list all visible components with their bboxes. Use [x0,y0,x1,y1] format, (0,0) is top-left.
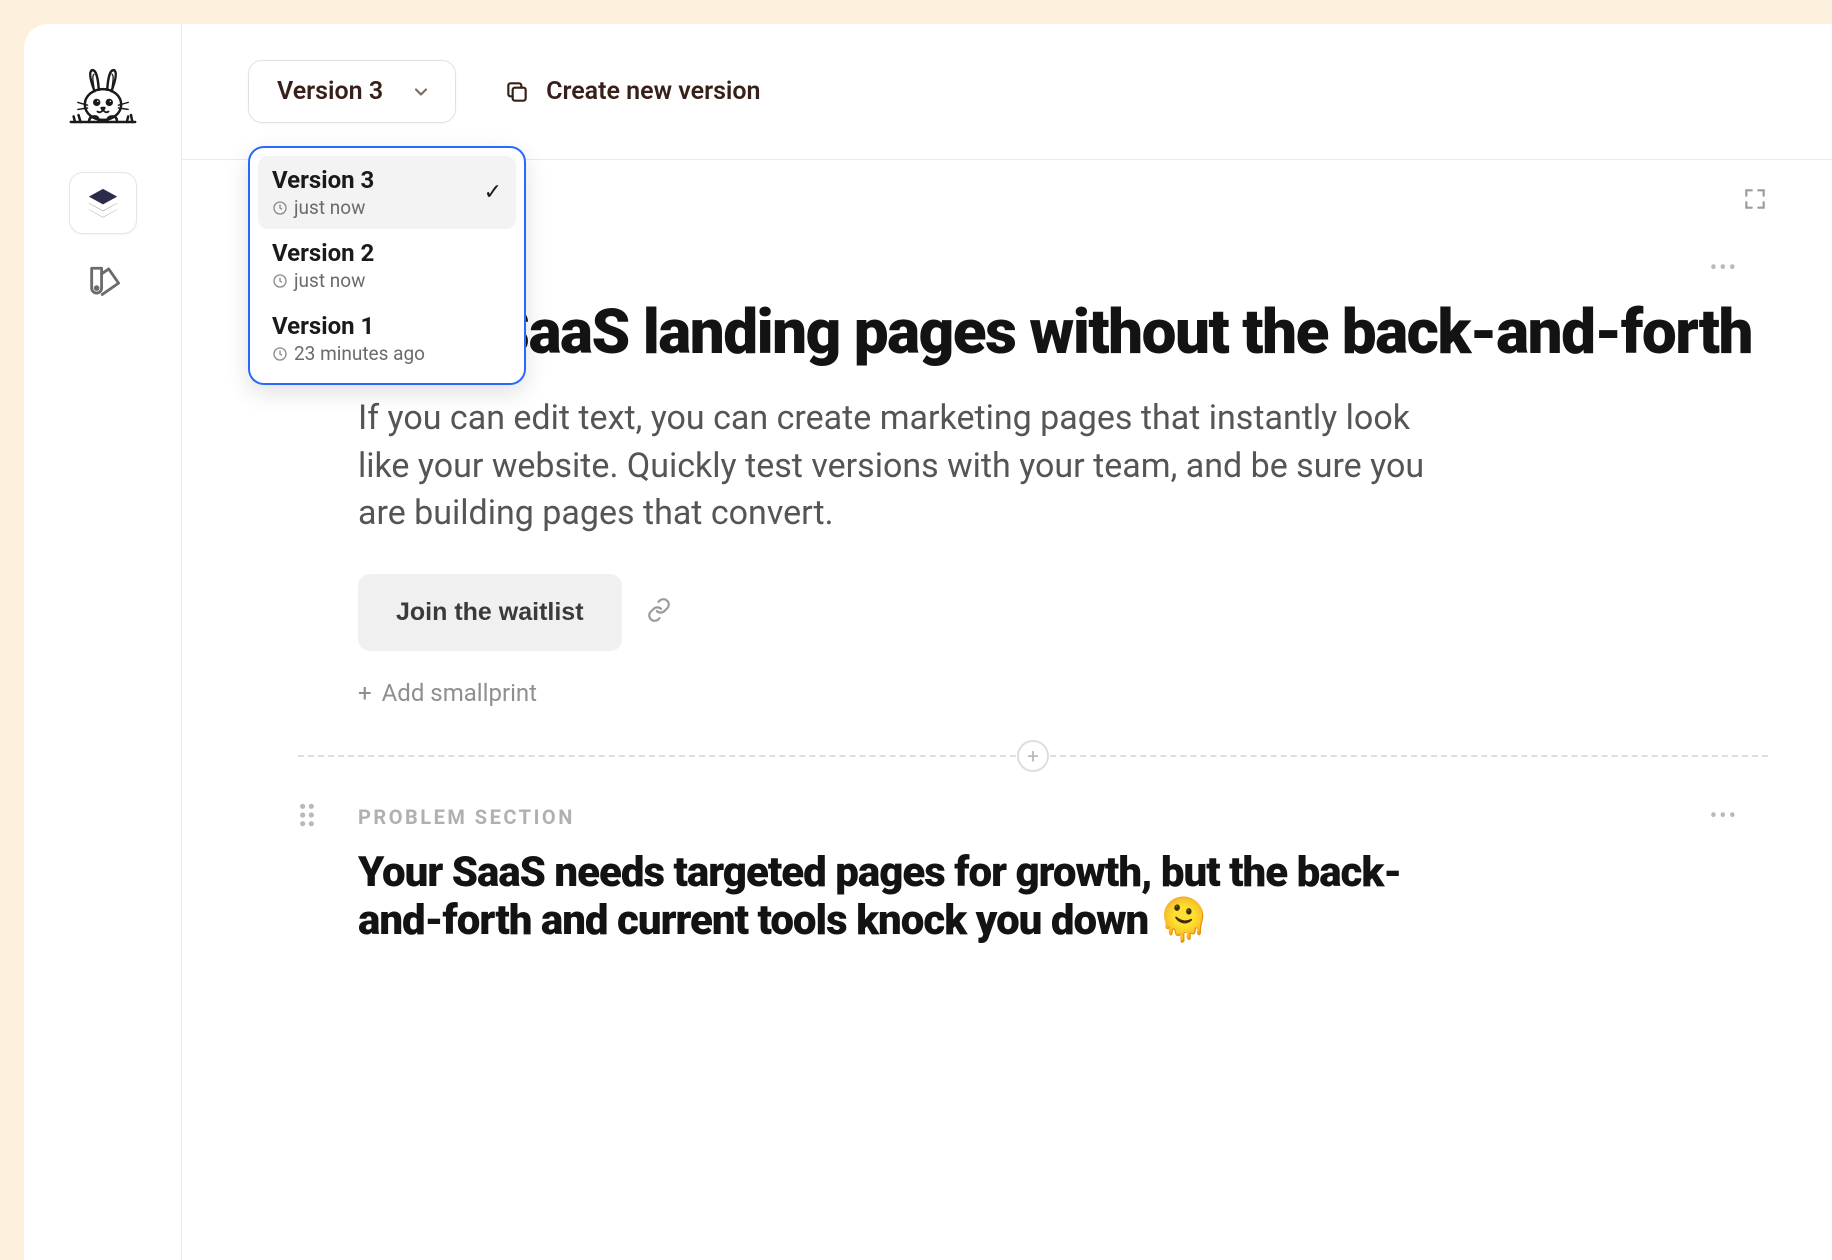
version-selector[interactable]: Version 3 [248,60,456,123]
chevron-down-icon [411,82,431,102]
version-dropdown: Version 3 just now ✓ Version 2 just now [248,146,526,385]
topbar: Version 3 Create new version [182,24,1832,160]
version-option-1[interactable]: Version 1 23 minutes ago [258,302,516,375]
version-option-3[interactable]: Version 3 just now ✓ [258,156,516,229]
copy-icon [504,79,530,105]
link-icon [646,597,672,623]
add-smallprint-label: Add smallprint [382,679,537,707]
version-selector-label: Version 3 [277,77,383,106]
swatch-icon [86,264,120,298]
cta-link-button[interactable] [646,597,672,627]
hero-title[interactable]: Plan SaaS landing pages without the back… [358,300,1768,367]
expand-button[interactable] [1742,186,1768,216]
check-icon: ✓ [484,180,502,205]
cta-button[interactable]: Join the waitlist [358,574,622,651]
problem-title[interactable]: Your SaaS needs targeted pages for growt… [358,849,1478,946]
version-option-2[interactable]: Version 2 just now [258,229,516,302]
version-option-time: just now [294,269,365,292]
problem-section: PROBLEM SECTION ••• Your SaaS needs targ… [298,805,1768,946]
clock-icon [272,200,288,216]
layers-icon [86,186,120,220]
drag-handle[interactable] [298,802,316,832]
problem-section-label: PROBLEM SECTION [358,805,575,829]
section-more-button[interactable]: ••• [1710,804,1738,829]
version-option-time: 23 minutes ago [294,342,425,365]
nav-layers[interactable] [69,172,137,234]
plus-icon: + [358,679,372,707]
hero-subtitle[interactable]: If you can edit text, you can create mar… [358,395,1458,538]
create-version-button[interactable]: Create new version [504,77,760,106]
version-option-title: Version 3 [272,166,374,194]
version-option-time: just now [294,196,365,219]
clock-icon [272,273,288,289]
nav-theme[interactable] [69,250,137,312]
create-version-label: Create new version [546,77,760,106]
section-divider: + [298,755,1768,757]
app-logo[interactable] [64,62,142,140]
section-more-button[interactable]: ••• [1710,256,1738,281]
version-option-title: Version 2 [272,239,374,267]
drag-icon [298,802,316,828]
clock-icon [272,346,288,362]
version-option-title: Version 1 [272,312,425,340]
add-smallprint-button[interactable]: + Add smallprint [358,679,1768,707]
expand-icon [1742,186,1768,212]
add-section-button[interactable]: + [1017,740,1049,772]
